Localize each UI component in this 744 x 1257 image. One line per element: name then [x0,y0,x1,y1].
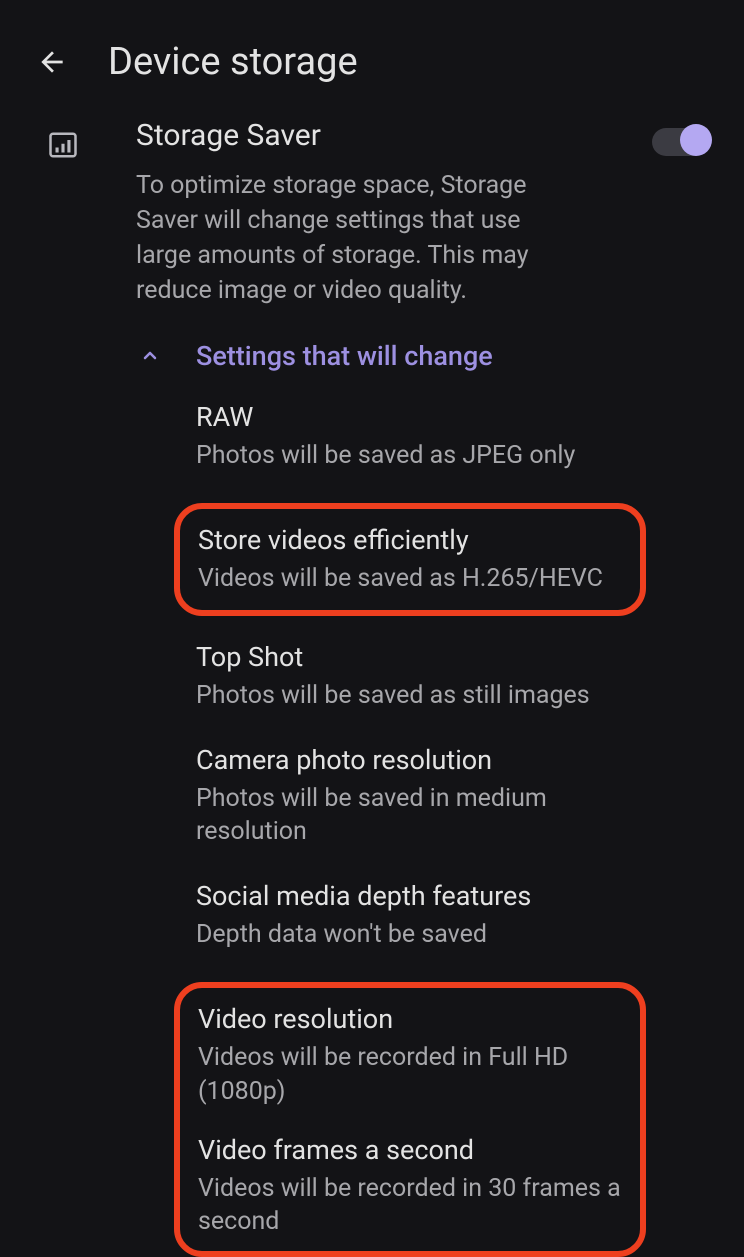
store-videos-item[interactable]: Store videos efficiently Videos will be … [198,523,622,596]
back-button[interactable] [36,46,68,78]
highlight-box-store-videos: Store videos efficiently Videos will be … [174,503,646,616]
toggle-knob [680,124,712,156]
storage-saver-title: Storage Saver [136,118,636,154]
depth-desc: Depth data won't be saved [196,918,624,952]
storage-saver-description: To optimize storage space, Storage Saver… [136,168,636,308]
collapsible-label: Settings that will change [196,340,493,372]
top-shot-title: Top Shot [196,640,624,675]
content-column: Storage Saver To optimize storage space,… [136,126,636,308]
video-res-item[interactable]: Video resolution Videos will be recorded… [198,1002,622,1109]
storage-icon [48,130,78,160]
video-res-title: Video resolution [198,1002,622,1037]
header: Device storage [0,0,744,108]
photo-res-item[interactable]: Camera photo resolution Photos will be s… [196,743,624,850]
depth-item[interactable]: Social media depth features Depth data w… [196,879,624,952]
fps-item[interactable]: Video frames a second Videos will be rec… [198,1133,622,1240]
depth-title: Social media depth features [196,879,624,914]
settings-that-will-change[interactable]: Settings that will change [136,340,744,372]
icon-column [48,126,136,308]
page-title: Device storage [108,40,358,84]
storage-saver-toggle[interactable] [652,128,708,156]
store-videos-title: Store videos efficiently [198,523,622,558]
settings-list: RAW Photos will be saved as JPEG only St… [196,400,744,1257]
top-shot-item[interactable]: Top Shot Photos will be saved as still i… [196,640,624,713]
raw-title: RAW [196,400,624,435]
photo-res-desc: Photos will be saved in medium resolutio… [196,782,624,850]
raw-desc: Photos will be saved as JPEG only [196,439,624,473]
raw-item[interactable]: RAW Photos will be saved as JPEG only [196,400,624,473]
fps-title: Video frames a second [198,1133,622,1168]
top-shot-desc: Photos will be saved as still images [196,679,624,713]
chevron-up-icon [136,342,164,370]
store-videos-desc: Videos will be saved as H.265/HEVC [198,562,622,596]
fps-desc: Videos will be recorded in 30 frames a s… [198,1172,622,1240]
storage-saver-setting[interactable]: Storage Saver To optimize storage space,… [0,126,744,308]
video-res-desc: Videos will be recorded in Full HD (1080… [198,1041,622,1109]
toggle-column [636,126,708,308]
highlight-box-video: Video resolution Videos will be recorded… [174,982,646,1257]
photo-res-title: Camera photo resolution [196,743,624,778]
arrow-left-icon [36,46,68,78]
